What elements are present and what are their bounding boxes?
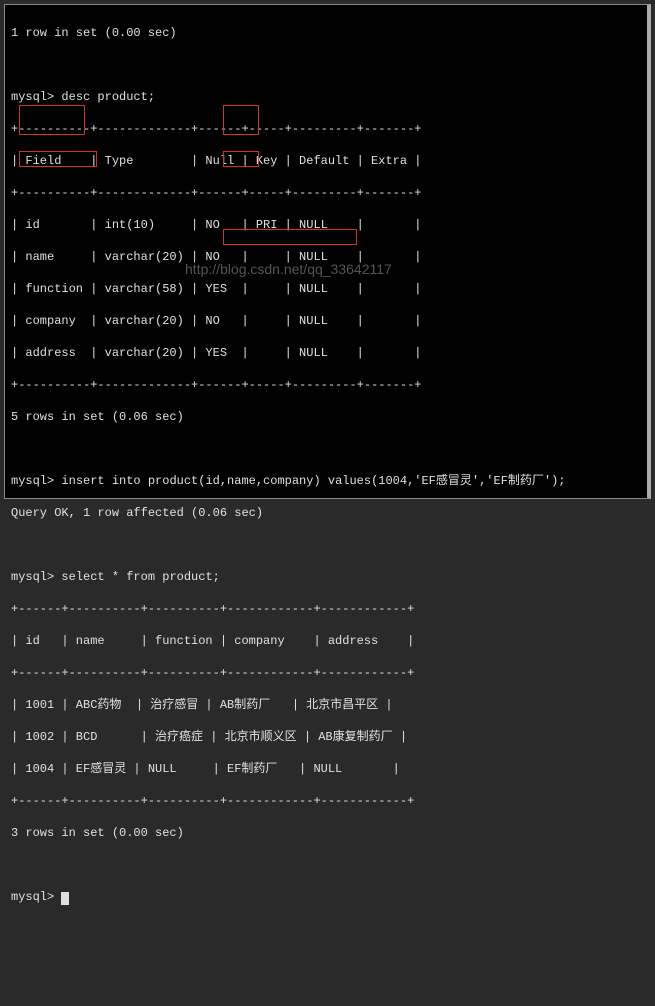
select-command-line: mysql> select * from product; [11,569,641,585]
sel-result: 3 rows in set (0.00 sec) [11,825,641,841]
blank-line [11,537,641,553]
sel-row: | 1001 | ABC药物 | 治疗感冒 | AB制药厂 | 北京市昌平区 | [11,697,641,713]
prompt: mysql> [11,474,54,488]
desc-row: | company | varchar(20) | NO | | NULL | … [11,313,641,329]
insert-command: insert into product(id,name,company) val… [61,474,565,488]
desc-row: | address | varchar(20) | YES | | NULL |… [11,345,641,361]
sel-row: | 1002 | BCD | 治疗癌症 | 北京市顺义区 | AB康复制药厂 | [11,729,641,745]
select-command: select * from product; [61,570,219,584]
desc-border: +----------+-------------+------+-----+-… [11,121,641,137]
prompt: mysql> [11,90,54,104]
desc-header: | Field | Type | Null | Key | Default | … [11,153,641,169]
cursor [61,892,69,905]
desc-border: +----------+-------------+------+-----+-… [11,185,641,201]
blank-line [11,857,641,873]
prev-result-line: 1 row in set (0.00 sec) [11,25,641,41]
desc-command-line: mysql> desc product; [11,89,641,105]
prompt: mysql> [11,570,54,584]
blank-line [11,57,641,73]
desc-row: | function | varchar(58) | YES | | NULL … [11,281,641,297]
insert-result: Query OK, 1 row affected (0.06 sec) [11,505,641,521]
sel-border: +------+----------+----------+----------… [11,665,641,681]
blank-line [11,441,641,457]
current-prompt-line[interactable]: mysql> [11,889,641,905]
sel-header: | id | name | function | company | addre… [11,633,641,649]
desc-border: +----------+-------------+------+-----+-… [11,377,641,393]
sel-border: +------+----------+----------+----------… [11,793,641,809]
desc-row: | name | varchar(20) | NO | | NULL | | [11,249,641,265]
desc-row: | id | int(10) | NO | PRI | NULL | | [11,217,641,233]
terminal-window[interactable]: 1 row in set (0.00 sec) mysql> desc prod… [4,4,651,499]
desc-command: desc product; [61,90,155,104]
sel-row: | 1004 | EF感冒灵 | NULL | EF制药厂 | NULL | [11,761,641,777]
prompt: mysql> [11,890,54,904]
sel-border: +------+----------+----------+----------… [11,601,641,617]
desc-result: 5 rows in set (0.06 sec) [11,409,641,425]
insert-command-line: mysql> insert into product(id,name,compa… [11,473,641,489]
